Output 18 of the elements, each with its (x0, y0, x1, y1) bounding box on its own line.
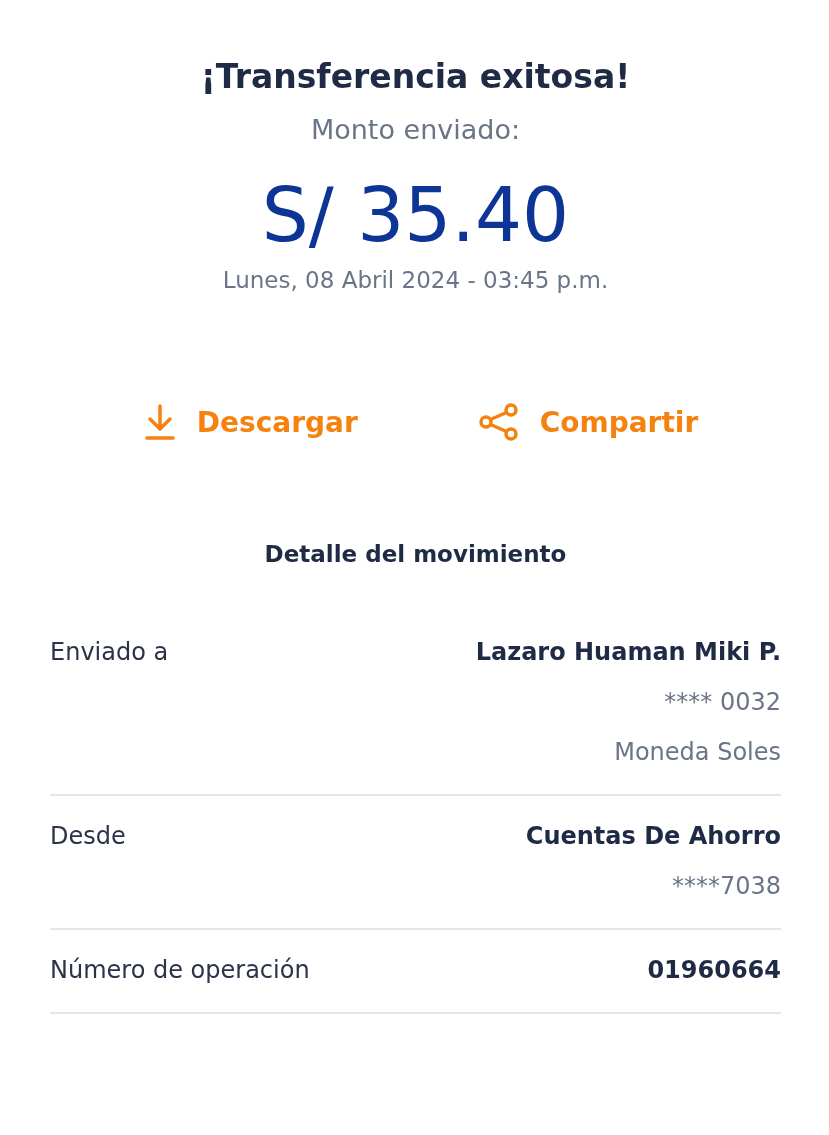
detail-label: Desde (50, 821, 126, 852)
detail-value: ****7038 (671, 871, 781, 902)
detail-value: Cuentas De Ahorro (525, 821, 781, 852)
amount: S/ 35.40 (260, 171, 571, 260)
detail-label: Enviado a (50, 637, 169, 668)
detail-value: Moneda Soles (614, 737, 781, 768)
download-icon (142, 402, 177, 442)
detail-label: Número de operación (50, 955, 310, 986)
share-button[interactable]: Compartir (477, 402, 699, 442)
success-title: ¡Transferencia exitosa! (199, 56, 632, 98)
detail-value: 01960664 (647, 955, 781, 986)
amount-label: Monto enviado: (309, 113, 522, 147)
detail-value: Lazaro Huaman Miki P. (475, 637, 781, 668)
share-icon (477, 402, 520, 442)
section-title: Detalle del movimiento (263, 540, 568, 569)
download-button[interactable]: Descargar (142, 402, 358, 442)
detail-value: **** 0032 (664, 687, 781, 718)
date-time: Lunes, 08 Abril 2024 - 03:45 p.m. (221, 266, 610, 295)
